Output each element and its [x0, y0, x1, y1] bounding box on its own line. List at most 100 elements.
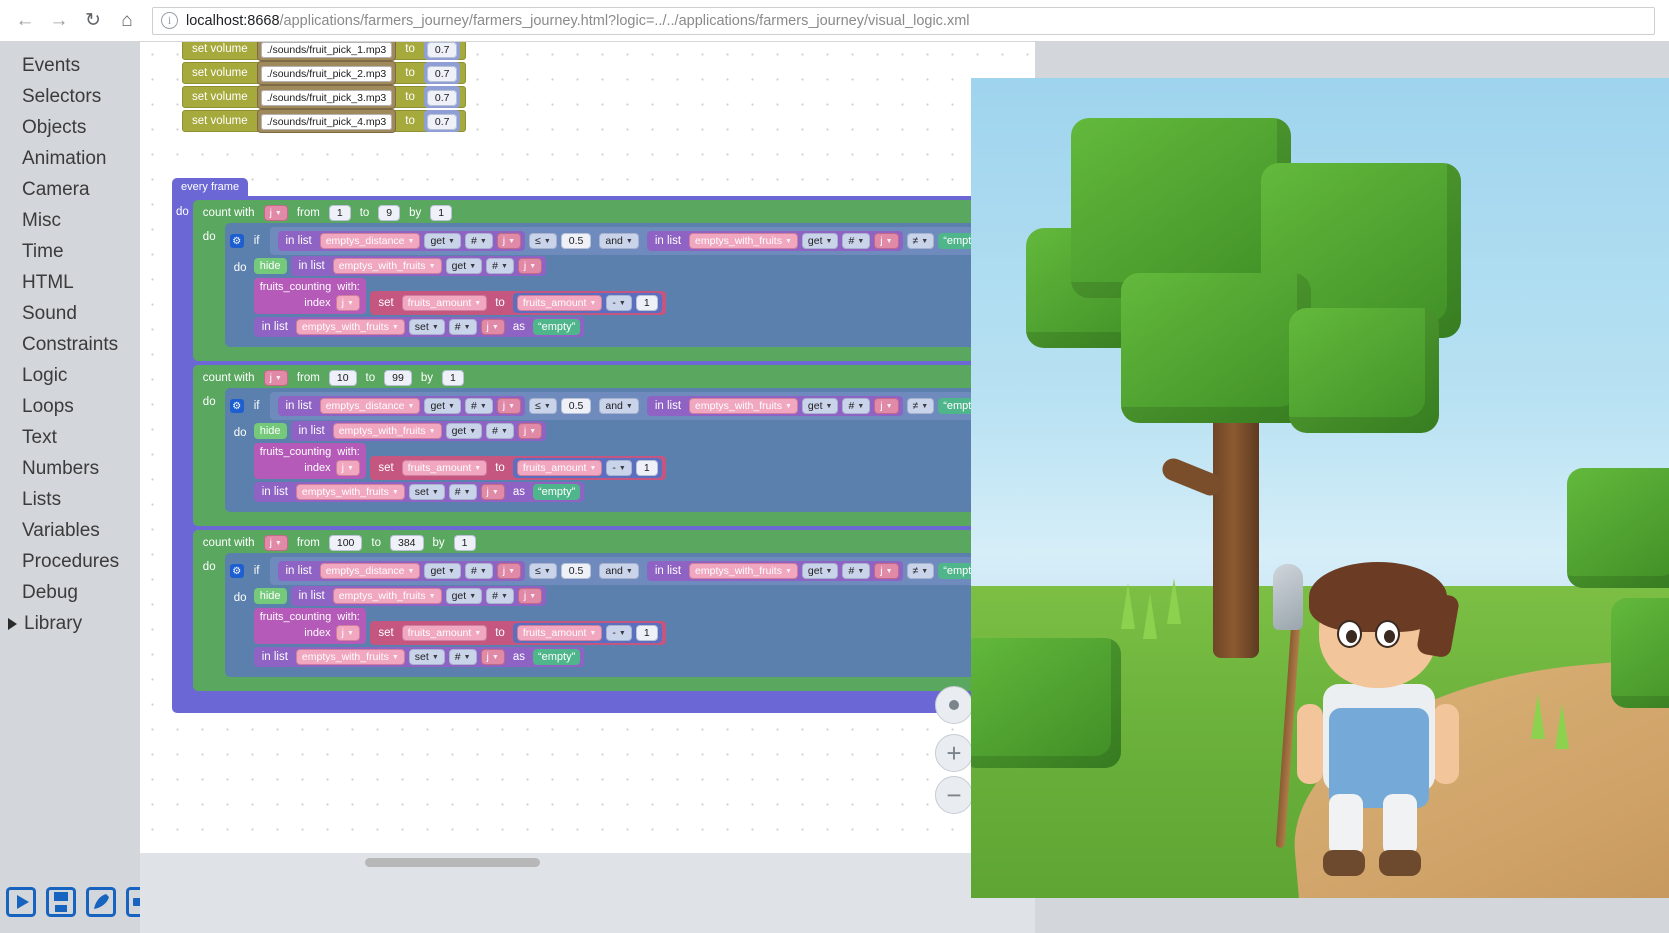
- set-variable-block[interactable]: set fruits_amount ▼ to fruits_amount ▼ - ▼ …: [370, 456, 666, 480]
- count-loop-block[interactable]: count with j ▼ from 100 to 384 by 1 do ⚙…: [192, 530, 999, 691]
- sound-file-field[interactable]: ./sounds/fruit_pick_1.mp3: [260, 42, 393, 58]
- list-variable-dropdown[interactable]: emptys_with_fruits ▼: [689, 563, 798, 579]
- list-variable-dropdown[interactable]: emptys_with_fruits ▼: [689, 233, 798, 249]
- text-value-block[interactable]: “empty”: [532, 649, 581, 665]
- loop-variable-dropdown[interactable]: j ▼: [263, 370, 288, 386]
- set-variable-block[interactable]: set fruits_amount ▼ to fruits_amount ▼ - ▼ …: [370, 291, 666, 315]
- logic-join-dropdown[interactable]: and ▼: [599, 398, 639, 414]
- procedure-call-block[interactable]: fruits_counting with: index j ▼: [253, 608, 366, 644]
- loop-by-field[interactable]: 1: [453, 535, 476, 551]
- loop-to-field[interactable]: 99: [384, 370, 412, 386]
- list-op-dropdown[interactable]: get ▼: [801, 563, 839, 579]
- forward-arrow-icon[interactable]: →: [42, 4, 76, 38]
- blockly-workspace[interactable]: set volume ./sounds/fruit_pick_1.mp3 to …: [140, 42, 1035, 933]
- procedure-call-block[interactable]: fruits_counting with: index j ▼: [253, 278, 366, 314]
- set-volume-block[interactable]: set volume ./sounds/fruit_pick_1.mp3 to …: [182, 42, 467, 61]
- target-variable-dropdown[interactable]: fruits_amount ▼: [401, 295, 488, 311]
- address-bar[interactable]: i localhost:8668/applications/farmers_jo…: [152, 6, 1655, 35]
- sidebar-item-numbers[interactable]: Numbers: [0, 453, 140, 484]
- logic-join-dropdown[interactable]: and ▼: [599, 563, 639, 579]
- volume-field[interactable]: 0.7: [426, 42, 458, 58]
- volume-field[interactable]: 0.7: [426, 114, 458, 130]
- sound-file-field[interactable]: ./sounds/fruit_pick_3.mp3: [260, 90, 393, 106]
- list-variable-dropdown[interactable]: emptys_with_fruits ▼: [332, 588, 442, 604]
- save-button[interactable]: [46, 884, 76, 920]
- compare-block-left[interactable]: in list emptys_distance ▼ get ▼ # ▼ j ▼ ≤ ▼: [273, 229, 596, 253]
- list-variable-dropdown[interactable]: emptys_with_fruits ▼: [689, 398, 798, 414]
- procedure-index-dropdown[interactable]: j ▼: [335, 460, 360, 476]
- sidebar-item-constraints[interactable]: Constraints: [0, 329, 140, 360]
- every-frame-block[interactable]: every frame do count with j ▼ from 1 to 9…: [172, 177, 999, 713]
- compare-block-right[interactable]: in list emptys_with_fruits ▼ get ▼ # ▼ j ▼ ≠…: [642, 394, 990, 418]
- index-variable-dropdown[interactable]: j ▼: [480, 319, 505, 335]
- index-variable-dropdown[interactable]: j ▼: [874, 563, 899, 579]
- compare-block-left[interactable]: in list emptys_distance ▼ get ▼ # ▼ j ▼ ≤ ▼: [273, 394, 596, 418]
- info-circle-icon[interactable]: i: [161, 12, 178, 29]
- operand-variable-dropdown[interactable]: fruits_amount ▼: [516, 460, 603, 476]
- sidebar-item-animation[interactable]: Animation: [0, 143, 140, 174]
- center-workspace-button[interactable]: [935, 686, 973, 724]
- volume-number-block[interactable]: 0.7: [423, 42, 461, 60]
- in-list-get-block[interactable]: in list emptys_with_fruits ▼ get ▼ # ▼ j ▼: [646, 231, 903, 251]
- export-button[interactable]: [86, 884, 116, 920]
- index-kind-dropdown[interactable]: # ▼: [464, 233, 493, 249]
- game-preview-viewport[interactable]: [971, 78, 1669, 898]
- index-variable-dropdown[interactable]: j ▼: [496, 563, 522, 579]
- index-kind-dropdown[interactable]: # ▼: [842, 233, 871, 249]
- arithmetic-block[interactable]: fruits_amount ▼ - ▼ 1: [512, 458, 662, 478]
- compare-value-field[interactable]: 0.5: [560, 563, 592, 579]
- operand-number-field[interactable]: 1: [635, 625, 658, 641]
- sound-file-block[interactable]: ./sounds/fruit_pick_2.mp3: [256, 61, 397, 85]
- sound-file-field[interactable]: ./sounds/fruit_pick_2.mp3: [260, 66, 393, 82]
- comparison-operator-dropdown[interactable]: ≤ ▼: [529, 233, 557, 249]
- and-condition-block[interactable]: in list emptys_distance ▼ get ▼ # ▼ j ▼ ≤ ▼: [269, 557, 994, 585]
- sidebar-item-selectors[interactable]: Selectors: [0, 81, 140, 112]
- procedure-index-dropdown[interactable]: j ▼: [335, 295, 360, 311]
- procedure-index-dropdown[interactable]: j ▼: [335, 625, 360, 641]
- comparison-operator-dropdown[interactable]: ≤ ▼: [529, 398, 557, 414]
- arithmetic-block[interactable]: fruits_amount ▼ - ▼ 1: [512, 293, 662, 313]
- if-block[interactable]: ⚙ if in list emptys_distance ▼ get ▼ # ▼…: [224, 388, 999, 512]
- sound-file-field[interactable]: ./sounds/fruit_pick_4.mp3: [260, 114, 393, 130]
- sidebar-item-html[interactable]: HTML: [0, 267, 140, 298]
- count-loop-block[interactable]: count with j ▼ from 1 to 9 by 1 do ⚙ if …: [192, 200, 999, 361]
- operand-number-field[interactable]: 1: [635, 295, 658, 311]
- loop-by-field[interactable]: 1: [430, 205, 453, 221]
- operand-number-field[interactable]: 1: [635, 460, 658, 476]
- list-op-dropdown[interactable]: get ▼: [445, 258, 483, 274]
- comparison-operator-dropdown[interactable]: ≠ ▼: [906, 233, 935, 249]
- index-variable-dropdown[interactable]: j ▼: [517, 423, 543, 439]
- sidebar-item-debug[interactable]: Debug: [0, 577, 140, 608]
- volume-field[interactable]: 0.7: [426, 66, 458, 82]
- list-op-dropdown[interactable]: get ▼: [801, 233, 839, 249]
- run-button[interactable]: [6, 884, 36, 920]
- sidebar-item-library[interactable]: Library: [0, 608, 140, 639]
- zoom-out-button[interactable]: −: [935, 776, 973, 814]
- index-kind-dropdown[interactable]: # ▼: [486, 423, 514, 439]
- operand-variable-dropdown[interactable]: fruits_amount ▼: [516, 295, 603, 311]
- home-icon[interactable]: ⌂: [110, 4, 144, 38]
- sidebar-item-sound[interactable]: Sound: [0, 298, 140, 329]
- list-variable-dropdown[interactable]: emptys_distance ▼: [319, 398, 421, 414]
- index-variable-dropdown[interactable]: j ▼: [874, 233, 899, 249]
- operand-variable-dropdown[interactable]: fruits_amount ▼: [516, 625, 603, 641]
- loop-variable-dropdown[interactable]: j ▼: [263, 535, 288, 551]
- text-value-block[interactable]: “empty”: [532, 484, 581, 500]
- sound-file-block[interactable]: ./sounds/fruit_pick_1.mp3: [256, 42, 397, 61]
- count-loop-block[interactable]: count with j ▼ from 10 to 99 by 1 do ⚙ i…: [192, 365, 999, 526]
- list-op-dropdown[interactable]: set ▼: [408, 319, 445, 335]
- volume-number-block[interactable]: 0.7: [423, 86, 461, 108]
- in-list-get-block[interactable]: in list emptys_distance ▼ get ▼ # ▼ j ▼: [277, 396, 526, 416]
- index-variable-dropdown[interactable]: j ▼: [874, 398, 899, 414]
- index-kind-dropdown[interactable]: # ▼: [448, 319, 477, 335]
- index-kind-dropdown[interactable]: # ▼: [448, 484, 477, 500]
- in-list-set-block[interactable]: in list emptys_with_fruits ▼ set ▼ # ▼ j ▼ a…: [253, 317, 585, 337]
- index-variable-dropdown[interactable]: j ▼: [496, 398, 522, 414]
- loop-to-field[interactable]: 384: [389, 535, 424, 551]
- index-kind-dropdown[interactable]: # ▼: [842, 398, 871, 414]
- index-kind-dropdown[interactable]: # ▼: [464, 563, 493, 579]
- sidebar-item-events[interactable]: Events: [0, 50, 140, 81]
- comparison-operator-dropdown[interactable]: ≠ ▼: [906, 398, 935, 414]
- procedure-call-block[interactable]: fruits_counting with: index j ▼: [253, 443, 366, 479]
- index-kind-dropdown[interactable]: # ▼: [448, 649, 477, 665]
